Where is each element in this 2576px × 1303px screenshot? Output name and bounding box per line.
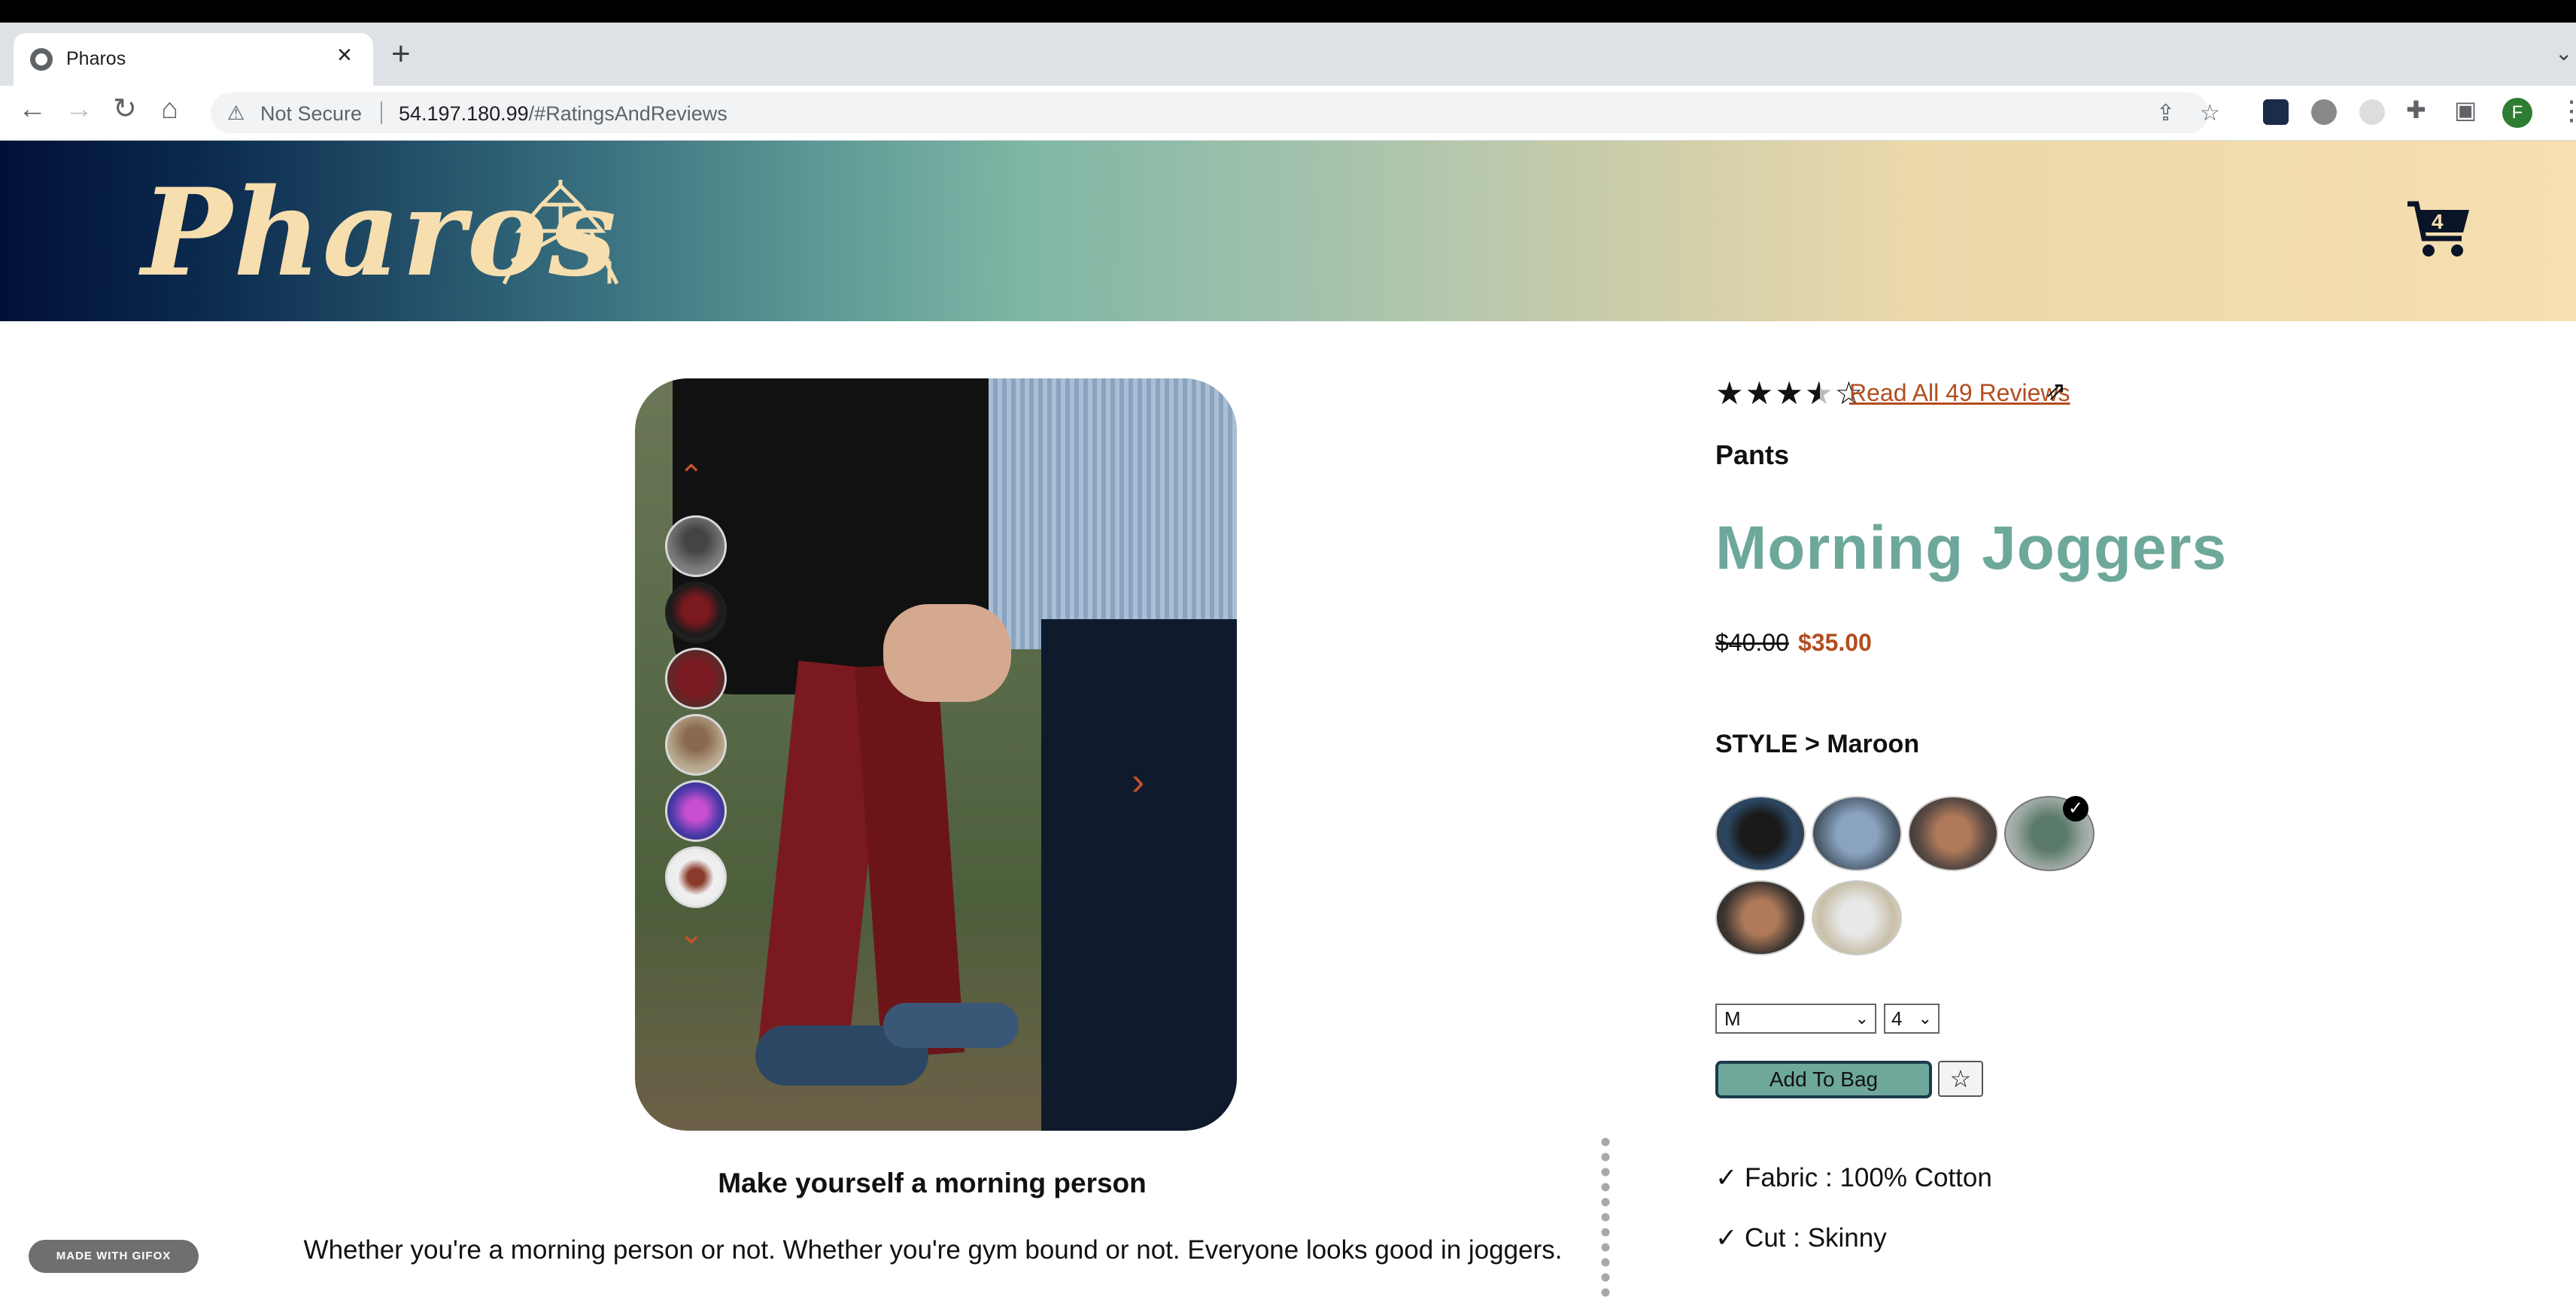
feature-fabric: ✓ Fabric : 100% Cotton bbox=[1715, 1163, 1992, 1192]
url-host: 54.197.180.99 bbox=[399, 102, 529, 125]
new-tab-button[interactable]: + bbox=[391, 38, 411, 71]
product-category: Pants bbox=[1715, 439, 1790, 470]
rating-stars: ★★★★☆ bbox=[1715, 375, 1864, 412]
thumbnail-strip: ⌃ ⌄ bbox=[658, 461, 733, 950]
quantity-select-value: 4 bbox=[1891, 1007, 1903, 1030]
chevron-down-icon: ⌄ bbox=[1855, 1009, 1869, 1028]
warning-icon: ⚠ bbox=[227, 102, 245, 124]
star-half-icon: ★ bbox=[1804, 375, 1835, 411]
product-slogan: Make yourself a morning person bbox=[718, 1168, 1147, 1198]
browser-tab-strip: Pharos × + ⌄ bbox=[0, 23, 2576, 86]
product-title: Morning Joggers bbox=[1715, 514, 2228, 582]
product-image-carousel[interactable]: ⌃ ⌄ › bbox=[635, 378, 1237, 1131]
react-devtools-extension-icon[interactable] bbox=[2263, 99, 2289, 125]
style-swatch[interactable] bbox=[1715, 880, 1806, 955]
feature-cut: ✓ Cut : Skinny bbox=[1715, 1223, 1887, 1253]
bookmark-star-icon[interactable]: ☆ bbox=[2200, 100, 2220, 126]
bug-extension-icon[interactable] bbox=[2311, 99, 2337, 125]
security-label[interactable]: Not Secure bbox=[260, 102, 362, 126]
product-description: Whether you're a morning person or not. … bbox=[303, 1235, 1563, 1265]
thumbnail-down-arrow[interactable]: ⌄ bbox=[679, 919, 704, 949]
puzzle-extensions-icon[interactable]: ✚ bbox=[2406, 98, 2426, 122]
read-all-reviews-link[interactable]: Read All 49 Reviews bbox=[1849, 379, 2070, 407]
photo-jeans bbox=[1041, 619, 1237, 1131]
photo-shoe-2 bbox=[883, 1003, 1019, 1048]
style-swatch[interactable] bbox=[1715, 796, 1806, 871]
photo-held-hands bbox=[883, 604, 1011, 702]
screen-top-bar bbox=[0, 0, 2576, 23]
close-tab-icon[interactable]: × bbox=[337, 42, 352, 68]
url-path: /#RatingsAndReviews bbox=[528, 102, 728, 125]
side-panel-icon[interactable]: ▣ bbox=[2454, 98, 2477, 122]
style-swatch[interactable] bbox=[1812, 880, 1902, 955]
size-select[interactable]: M ⌄ bbox=[1715, 1004, 1876, 1034]
style-selector-label: STYLE > Maroon bbox=[1715, 730, 1920, 758]
browser-toolbar: ← → ↻ ⌂ ⚠ Not Secure 54.197.180.99/#Rati… bbox=[0, 86, 2576, 141]
thumbnail[interactable] bbox=[665, 780, 727, 842]
back-icon[interactable]: ← bbox=[18, 95, 47, 123]
add-to-bag-button[interactable]: Add To Bag bbox=[1715, 1061, 1932, 1098]
sale-price: $35.00 bbox=[1798, 629, 1872, 656]
chevron-down-icon: ⌄ bbox=[1918, 1009, 1932, 1028]
thumbnail[interactable] bbox=[665, 648, 727, 709]
thumbnail[interactable] bbox=[665, 714, 727, 776]
photo-maroon-joggers-2 bbox=[854, 661, 965, 1058]
globe-icon bbox=[30, 48, 53, 71]
star-full-icon: ★ bbox=[1775, 375, 1805, 411]
quantity-select[interactable]: 4 ⌄ bbox=[1884, 1004, 1940, 1034]
share-page-icon[interactable]: ⇪ bbox=[2156, 100, 2175, 126]
star-full-icon: ★ bbox=[1715, 375, 1745, 411]
url-text[interactable]: 54.197.180.99/#RatingsAndReviews bbox=[399, 102, 728, 126]
section-divider-dots bbox=[1601, 1134, 1610, 1303]
next-image-arrow[interactable]: › bbox=[1132, 762, 1144, 801]
forward-icon[interactable]: → bbox=[65, 95, 93, 123]
browser-tab[interactable]: Pharos × bbox=[14, 33, 373, 86]
original-price: $40.00 bbox=[1715, 629, 1789, 656]
thumbnail[interactable] bbox=[665, 515, 727, 577]
tab-title: Pharos bbox=[66, 48, 126, 69]
selected-checkmark-icon: ✓ bbox=[2063, 796, 2088, 822]
gifox-watermark: MADE WITH GIFOX bbox=[29, 1240, 199, 1273]
reload-icon[interactable]: ↻ bbox=[113, 95, 137, 123]
lighthouse-logo-icon bbox=[502, 180, 619, 285]
star-full-icon: ★ bbox=[1745, 375, 1776, 411]
thumbnail-active[interactable] bbox=[665, 582, 727, 643]
size-select-value: M bbox=[1724, 1007, 1741, 1030]
style-swatch[interactable] bbox=[1908, 796, 1998, 871]
address-separator bbox=[381, 102, 382, 124]
tab-search-chevron-icon[interactable]: ⌄ bbox=[2555, 41, 2572, 65]
share-icon[interactable]: ⇗ bbox=[2045, 376, 2067, 406]
favorite-star-button[interactable]: ☆ bbox=[1938, 1061, 1983, 1097]
browser-menu-icon[interactable]: ⋮ bbox=[2558, 95, 2576, 126]
thumbnail-up-arrow[interactable]: ⌃ bbox=[679, 461, 704, 491]
extension-icon[interactable] bbox=[2359, 99, 2385, 125]
site-header: Pharos 4 bbox=[0, 141, 2576, 321]
profile-avatar[interactable]: F bbox=[2502, 98, 2532, 128]
photo-striped-shirt bbox=[989, 378, 1237, 649]
cart-count: 4 bbox=[2432, 210, 2444, 233]
address-bar[interactable]: ⚠ Not Secure 54.197.180.99/#RatingsAndRe… bbox=[211, 93, 2220, 133]
home-icon[interactable]: ⌂ bbox=[161, 95, 178, 123]
thumbnail[interactable] bbox=[665, 846, 727, 908]
style-swatch[interactable] bbox=[1812, 796, 1902, 871]
